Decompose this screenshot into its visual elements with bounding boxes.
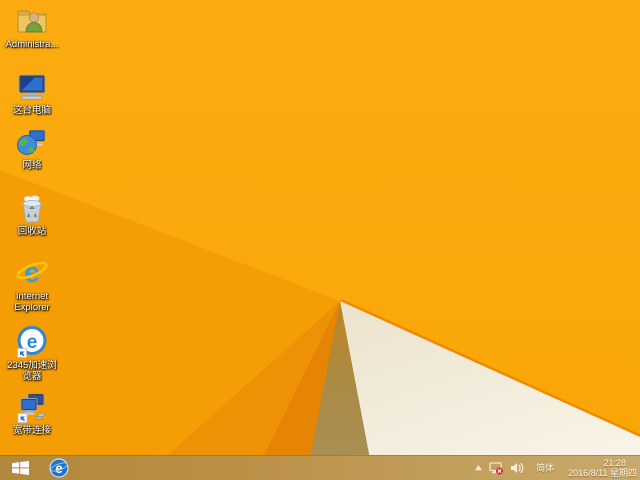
desktop-icon-label: 2345加速浏 <box>7 360 57 371</box>
windows-logo-icon <box>11 461 29 475</box>
desktop-icon-administrator[interactable]: Administra... <box>1 4 63 51</box>
network-status-icon[interactable] <box>489 461 504 475</box>
desktop-icon-label: Internet <box>15 291 49 302</box>
desktop-icon-label: 网络 <box>22 160 42 171</box>
clock-time: 21:28 <box>603 458 626 468</box>
clock-date: 2016/8/11 星期四 <box>568 468 637 478</box>
desktop-icon-label: 这台电脑 <box>12 105 51 116</box>
desktop-icon-broadband[interactable]: 宽带连接 <box>1 390 63 437</box>
taskbar-internet-explorer-button[interactable]: e <box>48 456 70 480</box>
internet-explorer-icon: e <box>16 257 48 289</box>
desktop[interactable]: Administra... 这台电脑 网络 回收站 e Internet Exp… <box>0 0 640 480</box>
network-globe-icon <box>17 129 46 155</box>
desktop-icon-2345-browser[interactable]: e 2345加速浏 览器 <box>1 325 63 382</box>
start-button[interactable] <box>9 456 31 480</box>
desktop-icon-label: Administra... <box>5 39 59 50</box>
broadband-connection-icon <box>17 393 48 423</box>
show-hidden-icons-button[interactable] <box>474 464 483 472</box>
desktop-icon-this-pc[interactable]: 这台电脑 <box>1 70 63 117</box>
system-tray: 简体 21:28 2016/8/11 星期四 <box>474 456 640 480</box>
internet-explorer-taskbar-icon: e <box>49 458 69 478</box>
desktop-icon-network[interactable]: 网络 <box>1 125 63 172</box>
computer-icon <box>18 74 46 100</box>
2345-browser-icon: e <box>17 326 47 358</box>
volume-icon[interactable] <box>510 462 524 474</box>
desktop-icon-label: 览器 <box>22 370 42 382</box>
input-language-indicator[interactable]: 简体 <box>536 463 554 473</box>
desktop-icon-recycle-bin[interactable]: 回收站 <box>1 191 63 238</box>
wallpaper-image <box>0 0 640 480</box>
desktop-icon-label: 回收站 <box>17 226 47 237</box>
desktop-icon-label: Explorer <box>14 301 50 313</box>
taskbar: e 简体 21:28 2016/8/11 星期四 <box>0 455 640 480</box>
svg-text:e: e <box>27 332 38 353</box>
desktop-icon-internet-explorer[interactable]: e Internet Explorer <box>1 256 63 313</box>
taskbar-left: e <box>0 456 70 480</box>
user-folder-icon <box>17 10 47 33</box>
recycle-bin-icon <box>22 195 42 223</box>
taskbar-clock[interactable]: 21:28 2016/8/11 星期四 <box>568 458 637 478</box>
desktop-icon-label: 宽带连接 <box>12 425 51 436</box>
